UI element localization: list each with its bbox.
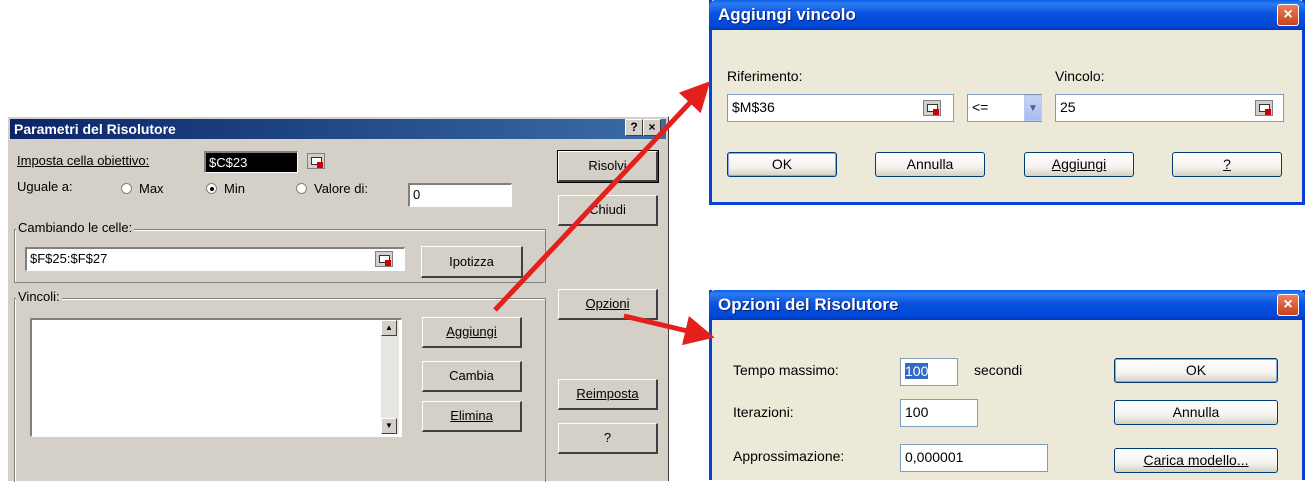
annotation-arrows xyxy=(493,81,715,346)
arrow-to-options xyxy=(623,313,715,346)
arrow-to-add-constraint xyxy=(493,81,711,312)
